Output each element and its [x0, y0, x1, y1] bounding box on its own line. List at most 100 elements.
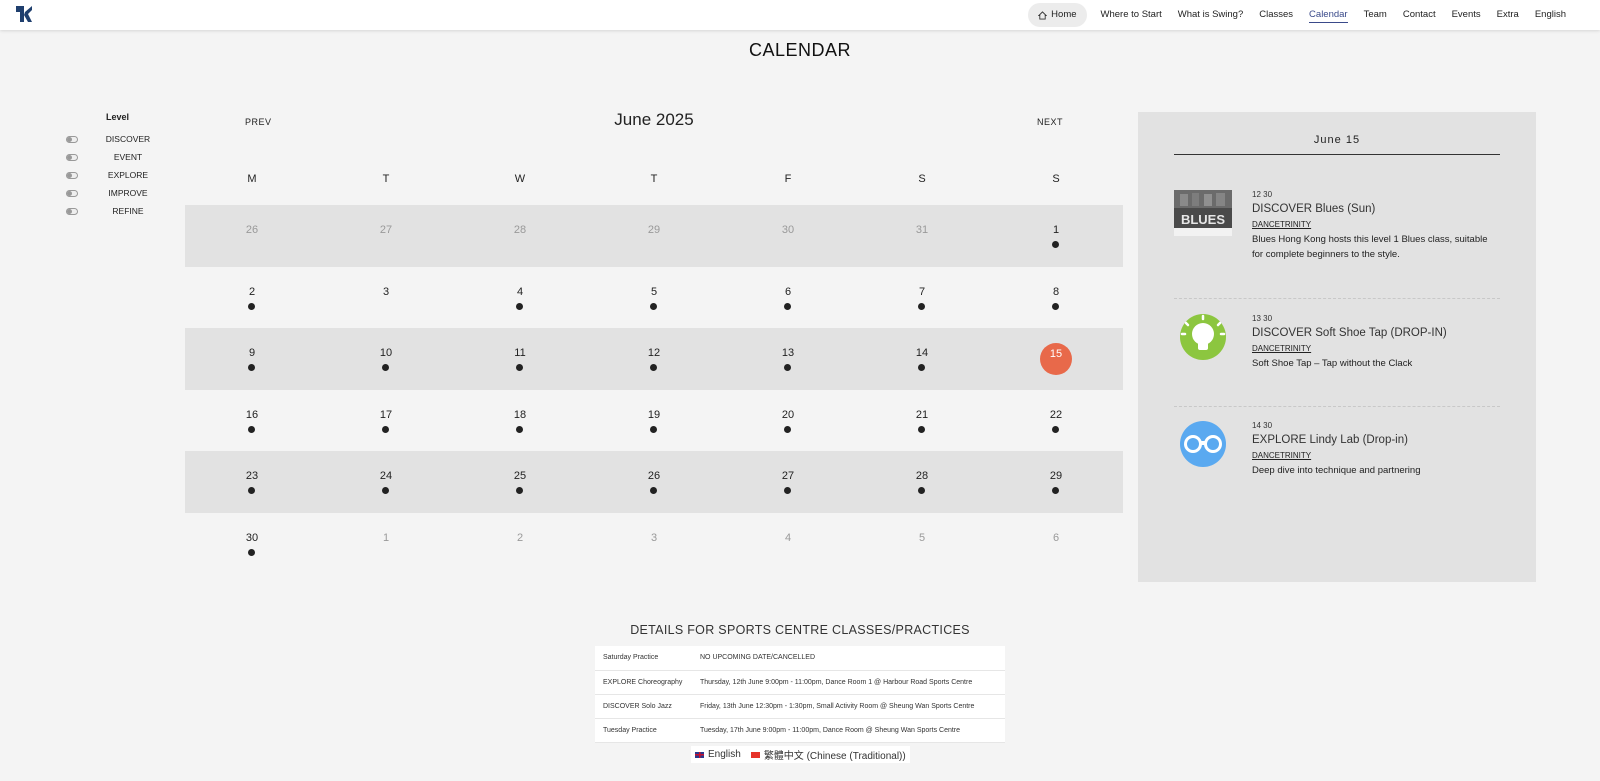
toggle-switch[interactable] [66, 153, 78, 161]
event-indicator-dot [382, 487, 389, 494]
calendar-day[interactable]: 24 [319, 451, 453, 513]
calendar-day[interactable]: 3 [587, 513, 721, 575]
toggle-switch[interactable] [66, 207, 78, 215]
level-filter-label: DISCOVER [105, 134, 151, 144]
event-time: 13 30 [1252, 314, 1273, 323]
details-schedule: NO UPCOMING DATE/CANCELLED [692, 646, 1005, 671]
day-number: 11 [514, 347, 526, 359]
toggle-switch[interactable] [66, 171, 78, 179]
event-description: Soft Shoe Tap – Tap without the Clack [1252, 358, 1413, 369]
event-venue-link[interactable]: DANCETRINITY [1252, 344, 1500, 353]
calendar-day[interactable]: 31 [855, 205, 989, 267]
day-number: 19 [647, 408, 661, 421]
day-number: 8 [1052, 285, 1060, 298]
calendar-week-row: 30 1 2 3 4 5 6 [185, 513, 1123, 575]
calendar-day[interactable]: 22 [989, 390, 1123, 452]
calendar-day[interactable]: 11 [453, 328, 587, 390]
event-venue-link[interactable]: DANCETRINITY [1252, 220, 1500, 229]
calendar-day[interactable]: 19 [587, 390, 721, 452]
calendar-day[interactable]: 6 [721, 267, 855, 329]
level-filter-label: IMPROVE [108, 188, 148, 198]
top-navigation-bar: Home Where to Start What is Swing? Classes C… [0, 0, 1600, 30]
event-title[interactable]: DISCOVER Blues (Sun) [1252, 203, 1500, 215]
calendar-day[interactable]: 9 [185, 328, 319, 390]
calendar-day[interactable]: 26 [185, 205, 319, 267]
calendar-day[interactable]: 20 [721, 390, 855, 452]
calendar-day[interactable]: 3 [319, 267, 453, 329]
details-class-name: EXPLORE Choreography [595, 670, 692, 695]
calendar-day[interactable]: 1 [319, 513, 453, 575]
nav-item-label: Where to Start [1100, 9, 1162, 20]
details-schedule: Tuesday, 17th June 9:00pm - 11:00pm, Dan… [692, 718, 1005, 743]
nav-item-label: English [1534, 9, 1566, 20]
calendar-day[interactable]: 28 [855, 451, 989, 513]
event-venue-link[interactable]: DANCETRINITY [1252, 451, 1500, 460]
calendar-day[interactable]: 25 [453, 451, 587, 513]
nav-item-where-to-start[interactable]: Where to Start [1093, 3, 1170, 27]
calendar-day[interactable]: 8 [989, 267, 1123, 329]
day-number: 12 [647, 347, 661, 359]
calendar-day[interactable]: 18 [453, 390, 587, 452]
calendar-day[interactable]: 29 [989, 451, 1123, 513]
calendar-grid: 26 27 28 29 30 31 1 2 3 4 5 6 7 8 9 10 11 12 13 14 15 16 17 18 1… [185, 205, 1123, 574]
calendar-day[interactable]: 23 [185, 451, 319, 513]
calendar-day[interactable]: 27 [319, 205, 453, 267]
calendar-day[interactable]: 30 [185, 513, 319, 575]
nav-item-classes[interactable]: Classes [1251, 3, 1301, 27]
calendar-day[interactable]: 7 [855, 267, 989, 329]
calendar-day[interactable]: 5 [587, 267, 721, 329]
lightbulb-icon [1180, 314, 1226, 360]
calendar-day[interactable]: 6 [989, 513, 1123, 575]
day-number: 15 [1049, 348, 1063, 360]
calendar-day[interactable]: 17 [319, 390, 453, 452]
weekday-label: W [514, 173, 526, 185]
calendar-day[interactable]: 26 [587, 451, 721, 513]
next-month-button[interactable]: NEXT [1037, 117, 1063, 127]
calendar-day[interactable]: 27 [721, 451, 855, 513]
nav-item-calendar[interactable]: Calendar [1301, 3, 1356, 27]
calendar-day[interactable]: 4 [453, 267, 587, 329]
nav-item-home[interactable]: Home [1028, 3, 1087, 27]
event-indicator-dot [516, 364, 523, 371]
nav-item-english[interactable]: English [1527, 3, 1574, 27]
nav-item-extra[interactable]: Extra [1489, 3, 1527, 27]
event-indicator-dot [784, 487, 791, 494]
calendar-day[interactable]: 1 [989, 205, 1123, 267]
toggle-switch[interactable] [66, 189, 78, 197]
calendar-day[interactable]: 5 [855, 513, 989, 575]
event-indicator-dot [1052, 302, 1059, 310]
level-filter-item-improve[interactable]: IMPROVE [62, 184, 172, 202]
event-title[interactable]: EXPLORE Lindy Lab (Drop-in) [1252, 434, 1500, 446]
level-filter-item-explore[interactable]: EXPLORE [62, 166, 172, 184]
toggle-switch[interactable] [66, 135, 78, 143]
site-logo[interactable] [14, 4, 34, 24]
calendar-day[interactable]: 15 [989, 328, 1123, 390]
details-table: Saturday Practice NO UPCOMING DATE/CANCEL… [595, 646, 1005, 743]
nav-item-what-is-swing[interactable]: What is Swing? [1170, 3, 1251, 27]
nav-item-contact[interactable]: Contact [1395, 3, 1444, 27]
nav-item-events[interactable]: Events [1444, 3, 1489, 27]
calendar-day[interactable]: 2 [185, 267, 319, 329]
nav-item-team[interactable]: Team [1356, 3, 1395, 27]
calendar-day[interactable]: 29 [587, 205, 721, 267]
calendar-day[interactable]: 16 [185, 390, 319, 452]
level-filter-item-refine[interactable]: REFINE [62, 202, 172, 220]
level-filter-item-discover[interactable]: DISCOVER [62, 130, 172, 148]
language-option[interactable]: English [695, 749, 741, 760]
calendar-day[interactable]: 30 [721, 205, 855, 267]
weekday-label: T [650, 173, 658, 185]
calendar-day[interactable]: 13 [721, 328, 855, 390]
event-indicator-dot [1052, 487, 1059, 494]
calendar-day[interactable]: 14 [855, 328, 989, 390]
calendar-day[interactable]: 12 [587, 328, 721, 390]
calendar-day[interactable]: 10 [319, 328, 453, 390]
language-option[interactable]: 繁體中文 (Chinese (Traditional)) [750, 747, 906, 762]
calendar-day[interactable]: 21 [855, 390, 989, 452]
level-filter: Level DISCOVER EVENT EXPLORE IMPROVE REFINE [62, 112, 172, 220]
calendar-day[interactable]: 28 [453, 205, 587, 267]
calendar-day[interactable]: 2 [453, 513, 587, 575]
calendar-day[interactable]: 4 [721, 513, 855, 575]
event-title[interactable]: DISCOVER Soft Shoe Tap (DROP-IN) [1252, 327, 1500, 339]
event-indicator-dot [516, 487, 523, 494]
level-filter-item-event[interactable]: EVENT [62, 148, 172, 166]
